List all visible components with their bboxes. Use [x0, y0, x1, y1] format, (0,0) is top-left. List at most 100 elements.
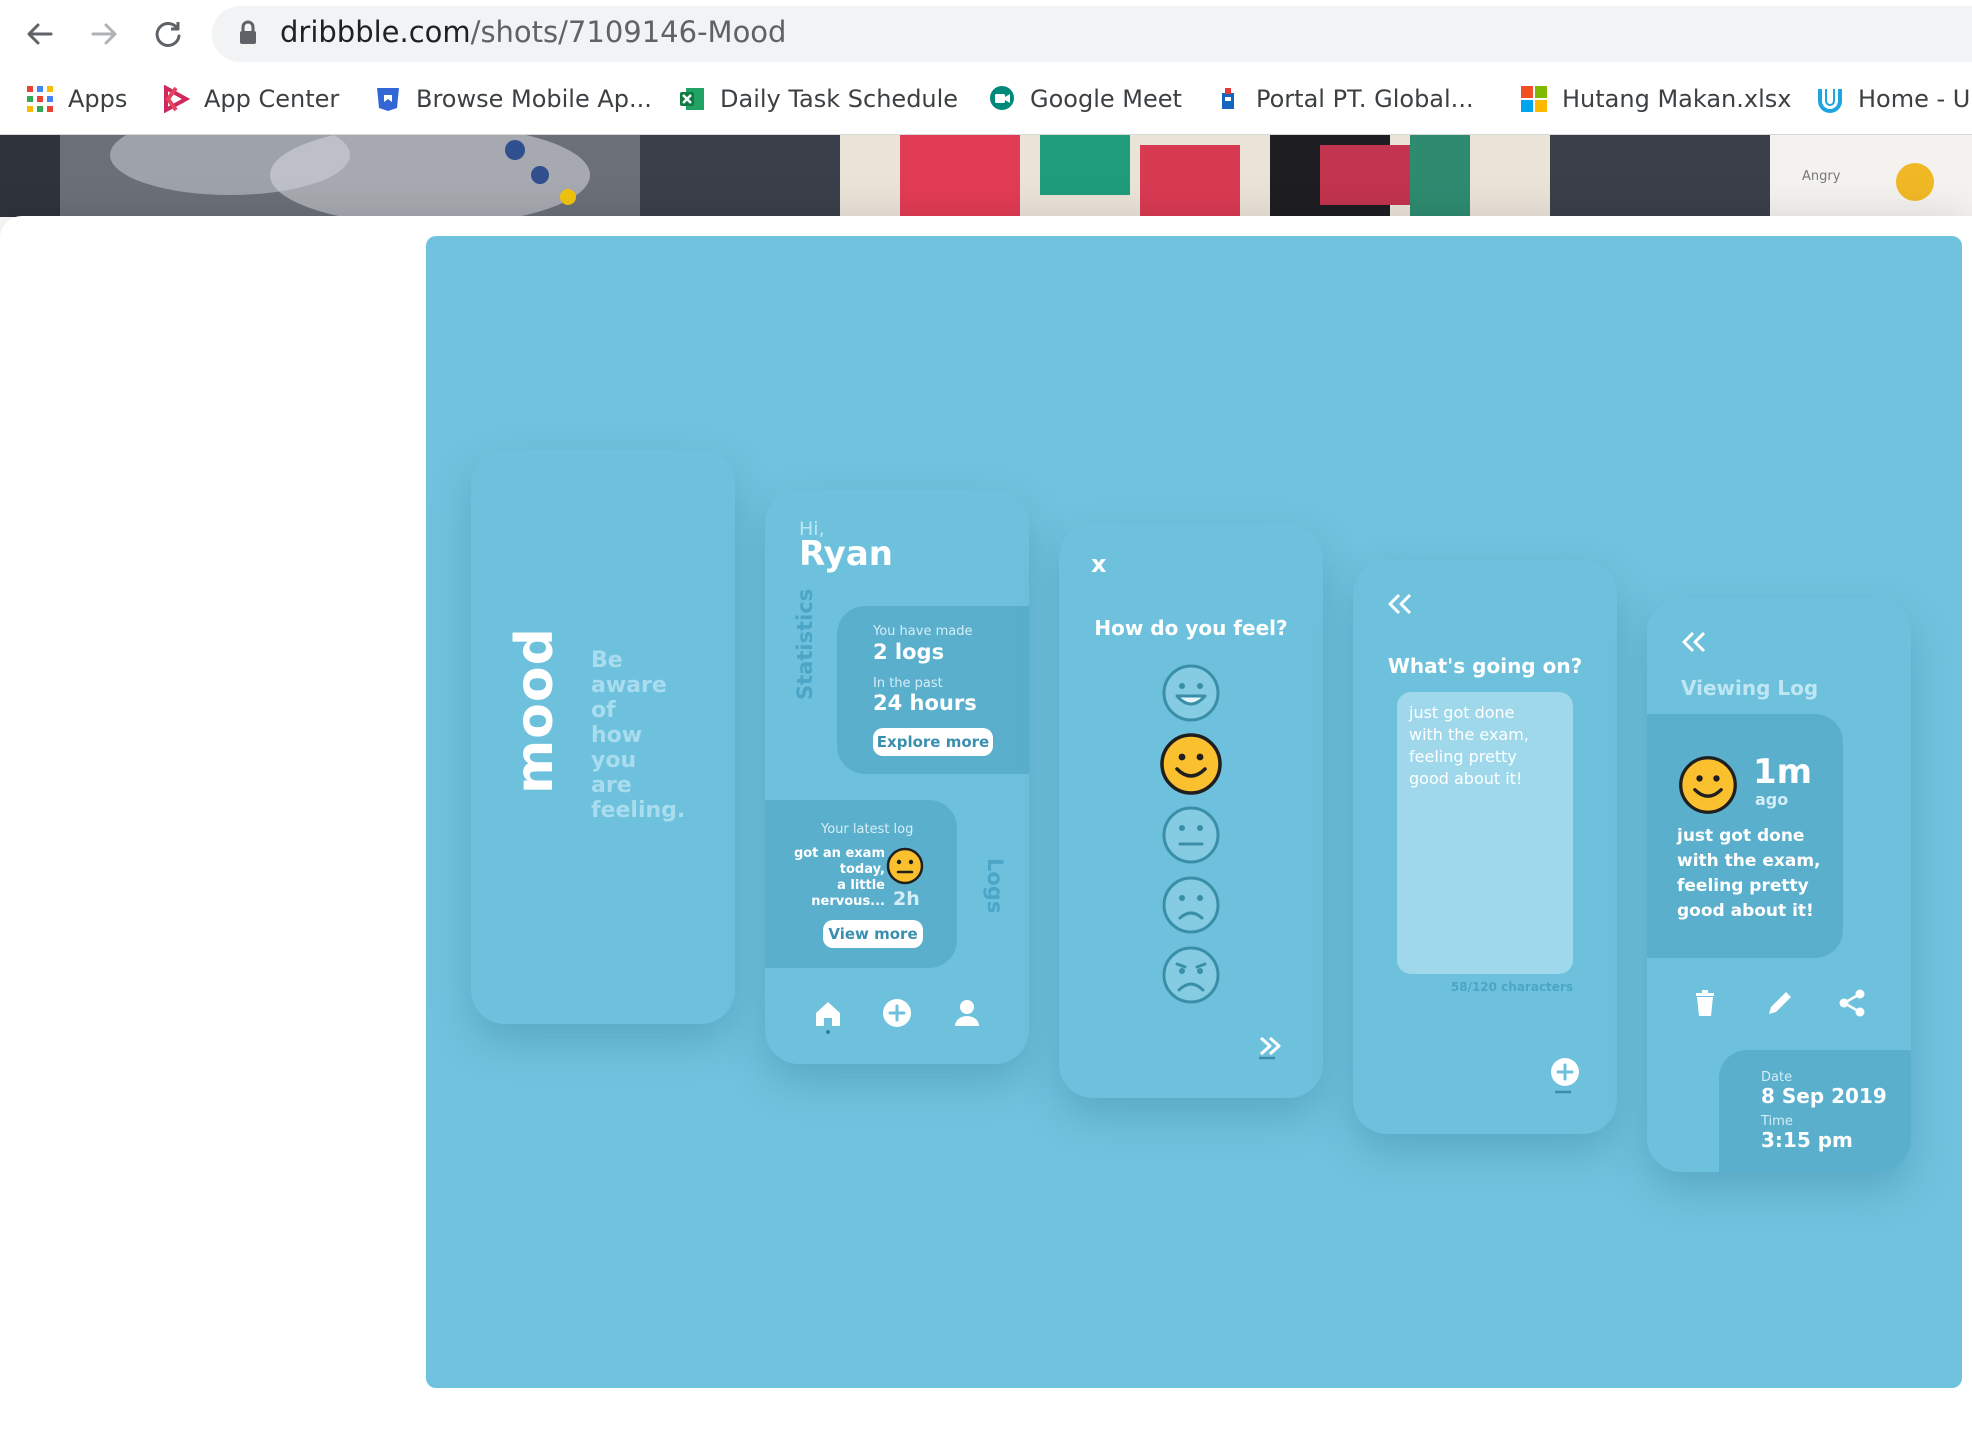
- bookmark-home[interactable]: Home - U: [1816, 78, 1970, 120]
- microsoft-icon: [1521, 86, 1547, 112]
- feel-question: How do you feel?: [1094, 616, 1288, 640]
- reload-icon: [155, 21, 181, 47]
- view-more-button[interactable]: View more: [823, 920, 923, 948]
- entry-line: good about it!: [1409, 769, 1523, 788]
- reload-button[interactable]: [146, 12, 190, 56]
- latest-log-panel: Your latest log got an exam today, a lit…: [765, 800, 957, 968]
- entry-line: with the exam,: [1409, 725, 1529, 744]
- log-line: feeling pretty: [1677, 876, 1809, 896]
- date-value: 8 Sep 2019: [1761, 1084, 1887, 1108]
- explore-more-button[interactable]: Explore more: [873, 728, 993, 756]
- date-label: Date: [1761, 1070, 1793, 1085]
- forward-button[interactable]: [82, 12, 126, 56]
- bookmark-portal[interactable]: Portal PT. Global...: [1214, 78, 1474, 120]
- happy-face-icon[interactable]: [1158, 731, 1224, 797]
- arrow-right-icon: [91, 23, 117, 45]
- logs-count: 2 logs: [873, 640, 945, 664]
- very-sad-face-icon[interactable]: [1160, 944, 1222, 1006]
- bookmark-apps[interactable]: Apps: [26, 78, 127, 120]
- bookmark-hutang-makan[interactable]: Hutang Makan.xlsx: [1520, 78, 1791, 120]
- home-icon[interactable]: [813, 998, 843, 1034]
- url-text[interactable]: dribbble.com/shots/7109146-Mood: [280, 15, 786, 49]
- close-button[interactable]: x: [1091, 550, 1106, 578]
- viewing-title: Viewing Log: [1681, 676, 1819, 700]
- bookmark-label: Hutang Makan.xlsx: [1562, 85, 1792, 113]
- tagline-line: are: [591, 773, 632, 798]
- excel-icon: [680, 88, 704, 110]
- bookmark-app-center[interactable]: App Center: [162, 78, 339, 120]
- neutral-face-icon: [886, 847, 924, 885]
- back-chevrons-icon[interactable]: [1679, 630, 1709, 654]
- next-chevrons-icon[interactable]: [1255, 1032, 1287, 1064]
- portal-icon: [1222, 88, 1234, 109]
- back-button[interactable]: [18, 12, 62, 56]
- add-log-icon[interactable]: [882, 998, 912, 1028]
- going-card: What's going on? just got done with the …: [1353, 560, 1617, 1134]
- time-unit: ago: [1755, 790, 1789, 809]
- bookmark-label: Browse Mobile Ap...: [416, 85, 652, 113]
- bookmark-label: Google Meet: [1030, 85, 1182, 113]
- latest-line: nervous...: [811, 894, 885, 909]
- latest-line: a little: [837, 878, 885, 893]
- background-shots-strip: Angry: [0, 135, 1972, 217]
- bookmark-google-meet[interactable]: Google Meet: [988, 78, 1182, 120]
- hours-count: 24 hours: [873, 691, 977, 715]
- date-time-panel: Date 8 Sep 2019 Time 3:15 pm: [1719, 1050, 1911, 1172]
- app-center-icon: [164, 85, 190, 113]
- tagline-line: feeling.: [591, 798, 686, 823]
- time-label: Time: [1761, 1114, 1793, 1129]
- browser-toolbar: dribbble.com/shots/7109146-Mood Apps App…: [0, 0, 1972, 135]
- entry-line: just got done: [1409, 703, 1515, 722]
- profile-icon[interactable]: [953, 998, 981, 1028]
- neutral-face-icon[interactable]: [1160, 804, 1222, 866]
- latest-log-text: got an exam today, a little nervous...: [775, 846, 885, 910]
- latest-time: 2h: [893, 888, 920, 910]
- apps-grid-icon: [27, 86, 53, 112]
- log-line: just got done: [1677, 826, 1805, 846]
- bookmark-browse-mobile[interactable]: Browse Mobile Ap...: [374, 78, 652, 120]
- time-value: 1m: [1753, 752, 1813, 792]
- entry-textarea[interactable]: just got done with the exam, feeling pre…: [1397, 692, 1573, 974]
- statistics-tab[interactable]: Statistics: [793, 580, 817, 700]
- bookmark-label: Portal PT. Global...: [1256, 85, 1474, 113]
- very-happy-face-icon[interactable]: [1160, 662, 1222, 724]
- lock-icon: [238, 20, 258, 50]
- bookmark-daily-task[interactable]: Daily Task Schedule: [678, 78, 958, 120]
- log-detail-panel: 1m ago just got done with the exam, feel…: [1647, 714, 1843, 958]
- back-chevrons-icon[interactable]: [1385, 592, 1415, 616]
- tagline-line: how: [591, 723, 643, 748]
- happy-face-icon: [1679, 756, 1737, 814]
- add-entry-icon[interactable]: [1549, 1056, 1581, 1098]
- log-line: good about it!: [1677, 901, 1814, 921]
- url-domain: dribbble.com: [280, 15, 471, 49]
- splash-card: mood Be aware of how you are feeling.: [471, 450, 735, 1024]
- latest-label: Your latest log: [821, 822, 914, 837]
- logs-tab[interactable]: Logs: [983, 858, 1007, 928]
- log-line: with the exam,: [1677, 851, 1821, 871]
- latest-line: today,: [839, 862, 885, 877]
- tagline-line: of: [591, 698, 616, 723]
- bookmark-label: Home - U: [1858, 85, 1971, 113]
- user-name: Ryan: [799, 534, 893, 574]
- stats-panel: You have made 2 logs In the past 24 hour…: [837, 606, 1029, 774]
- home-card: Hi, Ryan Statistics You have made 2 logs…: [765, 490, 1029, 1064]
- char-counter: 58/120 characters: [1450, 980, 1573, 994]
- mood-logo: mood: [505, 627, 565, 794]
- arrow-left-icon: [27, 23, 53, 45]
- google-meet-icon: [990, 86, 1014, 110]
- tagline-line: Be: [591, 648, 623, 673]
- bookmarks-bar: Apps App Center Browse Mobile Ap... Dail…: [0, 78, 1972, 120]
- trash-icon[interactable]: [1693, 988, 1717, 1018]
- tagline-line: you: [591, 748, 637, 773]
- past-label: In the past: [873, 676, 943, 691]
- log-text: just got done with the exam, feeling pre…: [1677, 824, 1837, 924]
- going-question: What's going on?: [1387, 654, 1583, 678]
- sad-face-icon[interactable]: [1160, 874, 1222, 936]
- share-icon[interactable]: [1837, 988, 1867, 1018]
- edit-pencil-icon[interactable]: [1765, 988, 1795, 1018]
- bookmark-label: App Center: [204, 85, 340, 113]
- shot-image: mood Be aware of how you are feeling. Hi…: [426, 236, 1962, 1388]
- url-path: /shots/7109146-Mood: [470, 15, 787, 49]
- udemy-icon: [1818, 89, 1842, 113]
- bookmark-label: Daily Task Schedule: [720, 85, 959, 113]
